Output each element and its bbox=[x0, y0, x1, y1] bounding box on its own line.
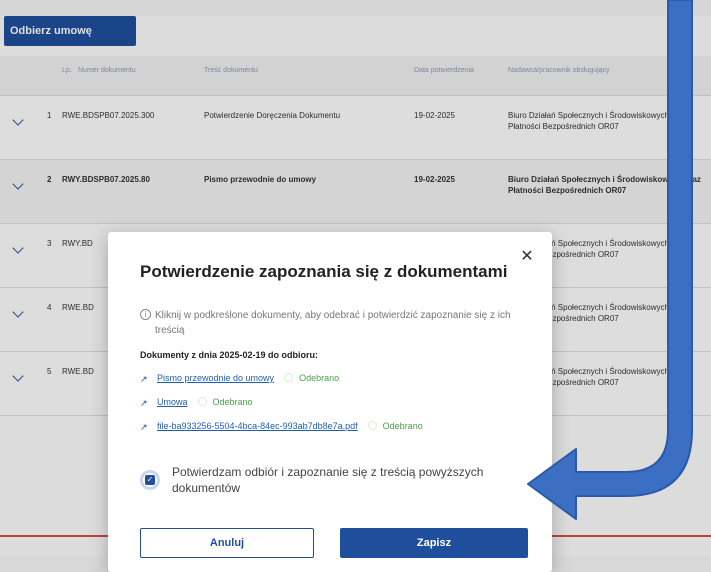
info-message: i Kliknij w podkreślone dokumenty, aby o… bbox=[140, 308, 530, 338]
close-icon[interactable]: ✕ bbox=[518, 246, 536, 265]
confirmation-dialog: ✕ Potwierdzenie zapoznania się z dokumen… bbox=[108, 232, 552, 572]
external-link-icon: ↗ bbox=[140, 399, 148, 409]
external-link-icon: ↗ bbox=[140, 375, 148, 385]
document-link[interactable]: file-ba933256-5504-4bca-84ec-993ab7db8e7… bbox=[157, 421, 358, 431]
check-icon: ✓ bbox=[145, 475, 155, 485]
confirm-checkbox[interactable]: ✓ bbox=[140, 470, 160, 490]
document-link[interactable]: Umowa bbox=[157, 397, 188, 407]
check-circle-icon bbox=[367, 421, 377, 430]
documents-heading: Dokumenty z dnia 2025-02-19 do odbioru: bbox=[140, 350, 319, 360]
check-circle-icon bbox=[284, 373, 294, 382]
cancel-button[interactable]: Anuluj bbox=[140, 528, 314, 558]
document-status: Odebrano bbox=[212, 397, 253, 407]
confirm-label: Potwierdzam odbiór i zapoznanie się z tr… bbox=[172, 465, 484, 495]
document-link[interactable]: Pismo przewodnie do umowy bbox=[157, 373, 274, 383]
document-status: Odebrano bbox=[299, 373, 340, 383]
document-item: ↗ file-ba933256-5504-4bca-84ec-993ab7db8e… bbox=[140, 420, 423, 433]
document-status: Odebrano bbox=[382, 421, 423, 431]
save-button[interactable]: Zapisz bbox=[340, 528, 528, 558]
check-circle-icon bbox=[197, 397, 207, 406]
document-item: ↗ Pismo przewodnie do umowy Odebrano bbox=[140, 372, 340, 385]
info-text: Kliknij w podkreślone dokumenty, aby ode… bbox=[155, 310, 511, 336]
dialog-title: Potwierdzenie zapoznania się z dokumenta… bbox=[140, 262, 508, 281]
info-icon: i bbox=[140, 309, 151, 320]
document-item: ↗ Umowa Odebrano bbox=[140, 396, 253, 409]
external-link-icon: ↗ bbox=[140, 423, 148, 433]
